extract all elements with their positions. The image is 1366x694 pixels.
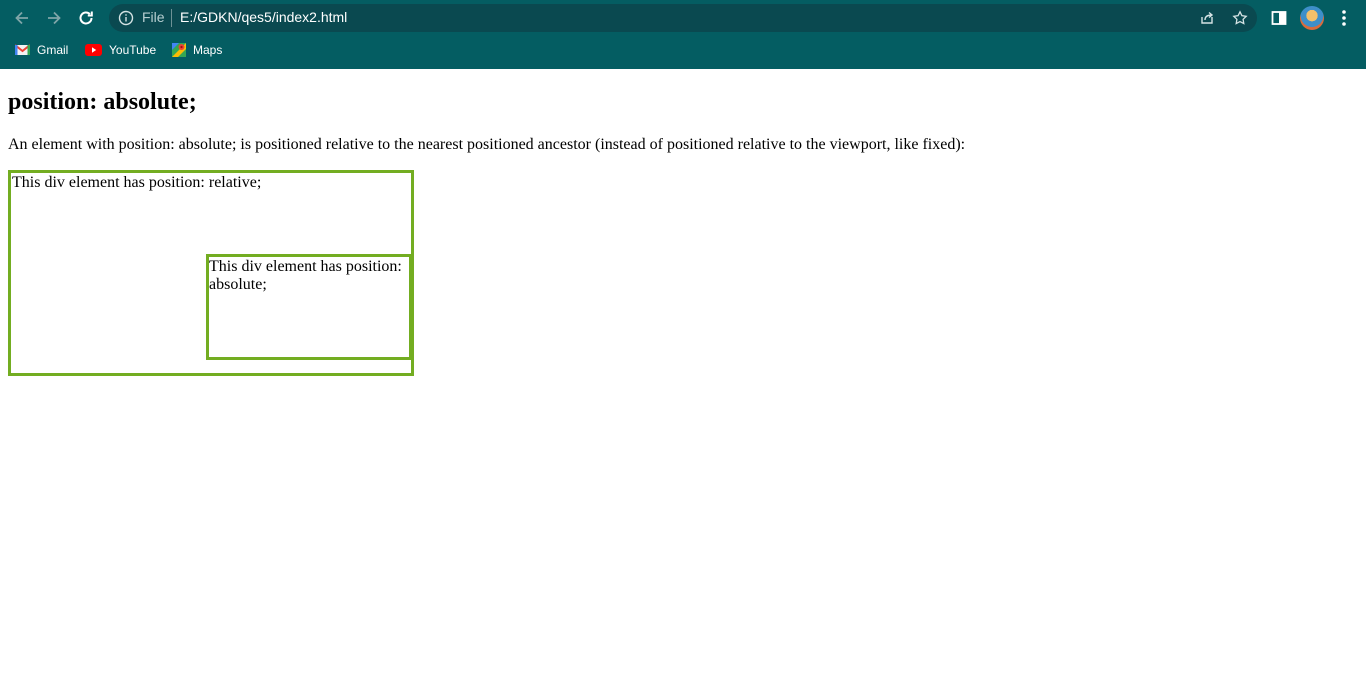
browser-toolbar: File E:/GDKN/qes5/index2.html	[0, 0, 1366, 36]
bookmark-maps[interactable]: Maps	[172, 40, 222, 60]
absolute-div: This div element has position: absolute;	[206, 254, 412, 360]
bookmark-youtube[interactable]: YouTube	[85, 40, 156, 60]
forward-arrow-icon	[48, 11, 61, 25]
side-panel-icon	[1271, 11, 1287, 25]
side-panel-button[interactable]	[1268, 7, 1290, 29]
relative-div-text: This div element has position: relative;	[12, 174, 262, 191]
reload-button[interactable]	[74, 6, 98, 30]
absolute-div-text: This div element has position: absolute;	[209, 258, 402, 293]
bookmark-label: Maps	[193, 43, 223, 57]
browser-chrome: File E:/GDKN/qes5/index2.html Gmail YouT…	[0, 0, 1366, 69]
gmail-icon	[15, 44, 30, 55]
bookmark-gmail[interactable]: Gmail	[15, 40, 68, 60]
reload-icon	[79, 11, 93, 25]
back-arrow-icon	[15, 11, 28, 25]
page-heading: position: absolute;	[8, 89, 197, 115]
bookmark-label: Gmail	[37, 43, 69, 57]
bookmark-star-icon[interactable]	[1232, 10, 1248, 26]
forward-button[interactable]	[42, 6, 66, 30]
bookmarks-bar: Gmail YouTube Maps	[0, 38, 1366, 62]
share-icon[interactable]	[1199, 10, 1215, 26]
youtube-icon	[85, 44, 102, 56]
back-button[interactable]	[10, 6, 34, 30]
relative-div: This div element has position: relative;…	[8, 170, 414, 376]
kebab-menu-icon	[1342, 10, 1346, 26]
address-bar[interactable]: File E:/GDKN/qes5/index2.html	[109, 4, 1257, 32]
site-info-icon[interactable]	[118, 10, 134, 26]
maps-icon	[172, 43, 186, 57]
bookmark-label: YouTube	[109, 43, 157, 57]
address-scheme-label: File	[142, 9, 165, 25]
intro-paragraph: An element with position: absolute; is p…	[8, 136, 966, 153]
menu-button[interactable]	[1333, 7, 1355, 29]
profile-avatar[interactable]	[1300, 6, 1324, 30]
page-content: position: absolute; An element with posi…	[0, 69, 1366, 694]
address-divider	[171, 9, 172, 27]
address-url[interactable]: E:/GDKN/qes5/index2.html	[180, 9, 347, 25]
